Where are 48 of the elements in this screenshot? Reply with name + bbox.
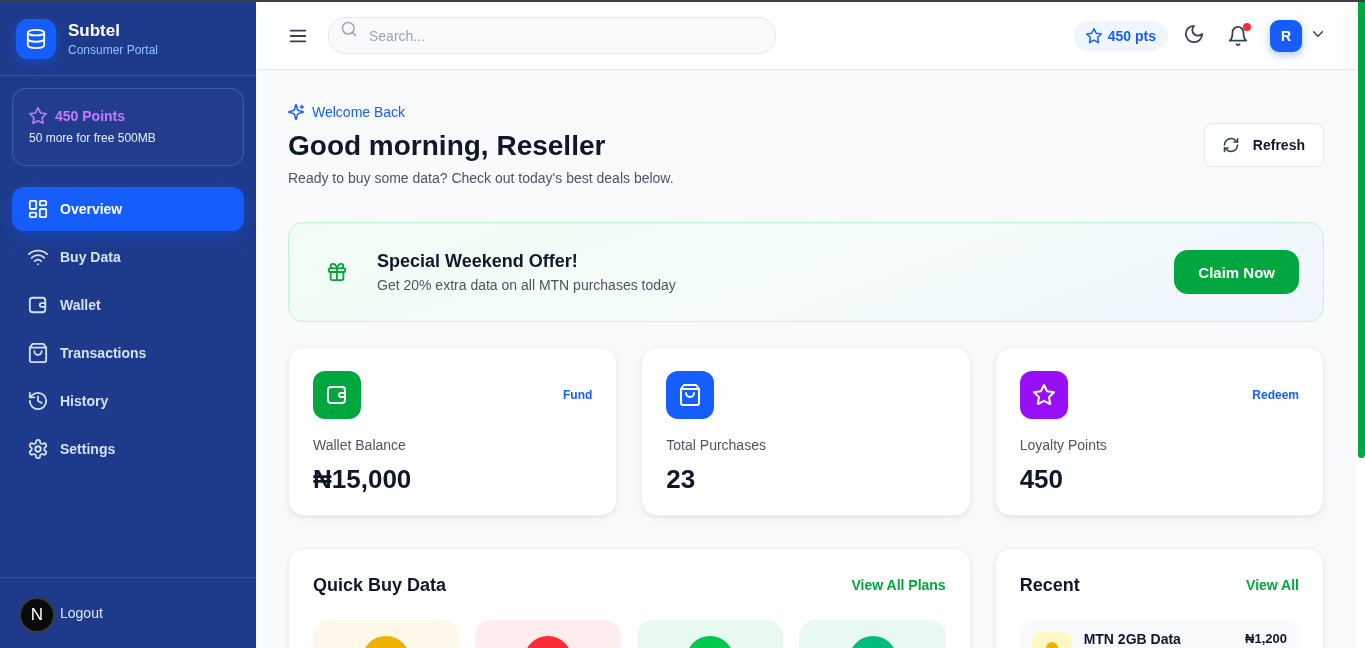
nav-item[interactable]: Buy Data — [12, 235, 244, 279]
points-button[interactable]: 450 pts — [1073, 20, 1168, 51]
offer-title: Special Weekend Offer! — [377, 250, 578, 273]
search-field[interactable]: Search... — [328, 17, 776, 54]
grid-icon — [28, 199, 48, 219]
stat-label: Wallet Balance — [313, 436, 406, 455]
database-icon — [16, 18, 56, 59]
section-title: Quick Buy Data — [313, 574, 447, 597]
item-name: MTN 2GB Data — [1083, 632, 1181, 646]
nav-item[interactable]: Settings — [12, 427, 244, 471]
item-amount: ₦1,200 — [1245, 632, 1287, 646]
stat-label: Loyalty Points — [1019, 436, 1107, 455]
refresh-icon — [1222, 137, 1239, 153]
wallet-icon — [28, 295, 48, 315]
history-icon — [28, 391, 48, 411]
search-icon — [341, 21, 357, 37]
offer-text: Get 20% extra data on all MTN purchases today — [377, 276, 676, 295]
greeting-heading: Good morning, Reseller — [288, 129, 606, 163]
recent-item[interactable]: MTN 2GB Data ₦1,200 — [1019, 620, 1299, 648]
greeting-subtitle: Ready to buy some data? Check out today's best deals below. — [288, 169, 674, 188]
stat-value: 450 — [1019, 463, 1064, 495]
welcome-label: Welcome Back — [312, 103, 406, 122]
nav-item[interactable]: Transactions — [12, 331, 244, 375]
points-title: 450 Points — [55, 107, 126, 126]
brand-name: Subtel — [68, 19, 120, 42]
section-title: Recent — [1019, 574, 1080, 597]
card-action-link[interactable]: Redeem — [1252, 388, 1299, 402]
sparkle-icon — [288, 104, 304, 120]
star-icon — [1085, 27, 1102, 44]
wifi-icon — [28, 247, 48, 267]
scrollbar-thumb[interactable] — [1358, 2, 1365, 458]
points-note: 50 more for free 500MB — [29, 130, 156, 146]
user-avatar[interactable]: R — [1270, 19, 1302, 52]
card-action-link[interactable]: Fund — [563, 388, 593, 402]
refresh-button[interactable]: Refresh — [1203, 123, 1324, 167]
star-icon — [29, 107, 47, 125]
bell-icon[interactable] — [1228, 25, 1248, 46]
brand-subtitle: Consumer Portal — [68, 41, 159, 58]
moon-icon[interactable] — [1184, 23, 1204, 44]
stat-value: ₦15,000 — [313, 463, 412, 495]
gear-icon — [28, 439, 48, 459]
stat-label: Total Purchases — [666, 436, 766, 455]
nav-item[interactable]: Overview — [12, 187, 244, 231]
shopping-bag-icon — [28, 343, 48, 363]
nav-item[interactable]: Wallet — [12, 283, 244, 327]
nav-item[interactable]: History — [12, 379, 244, 423]
stat-value: 23 — [666, 463, 696, 495]
gift-icon — [327, 262, 347, 282]
